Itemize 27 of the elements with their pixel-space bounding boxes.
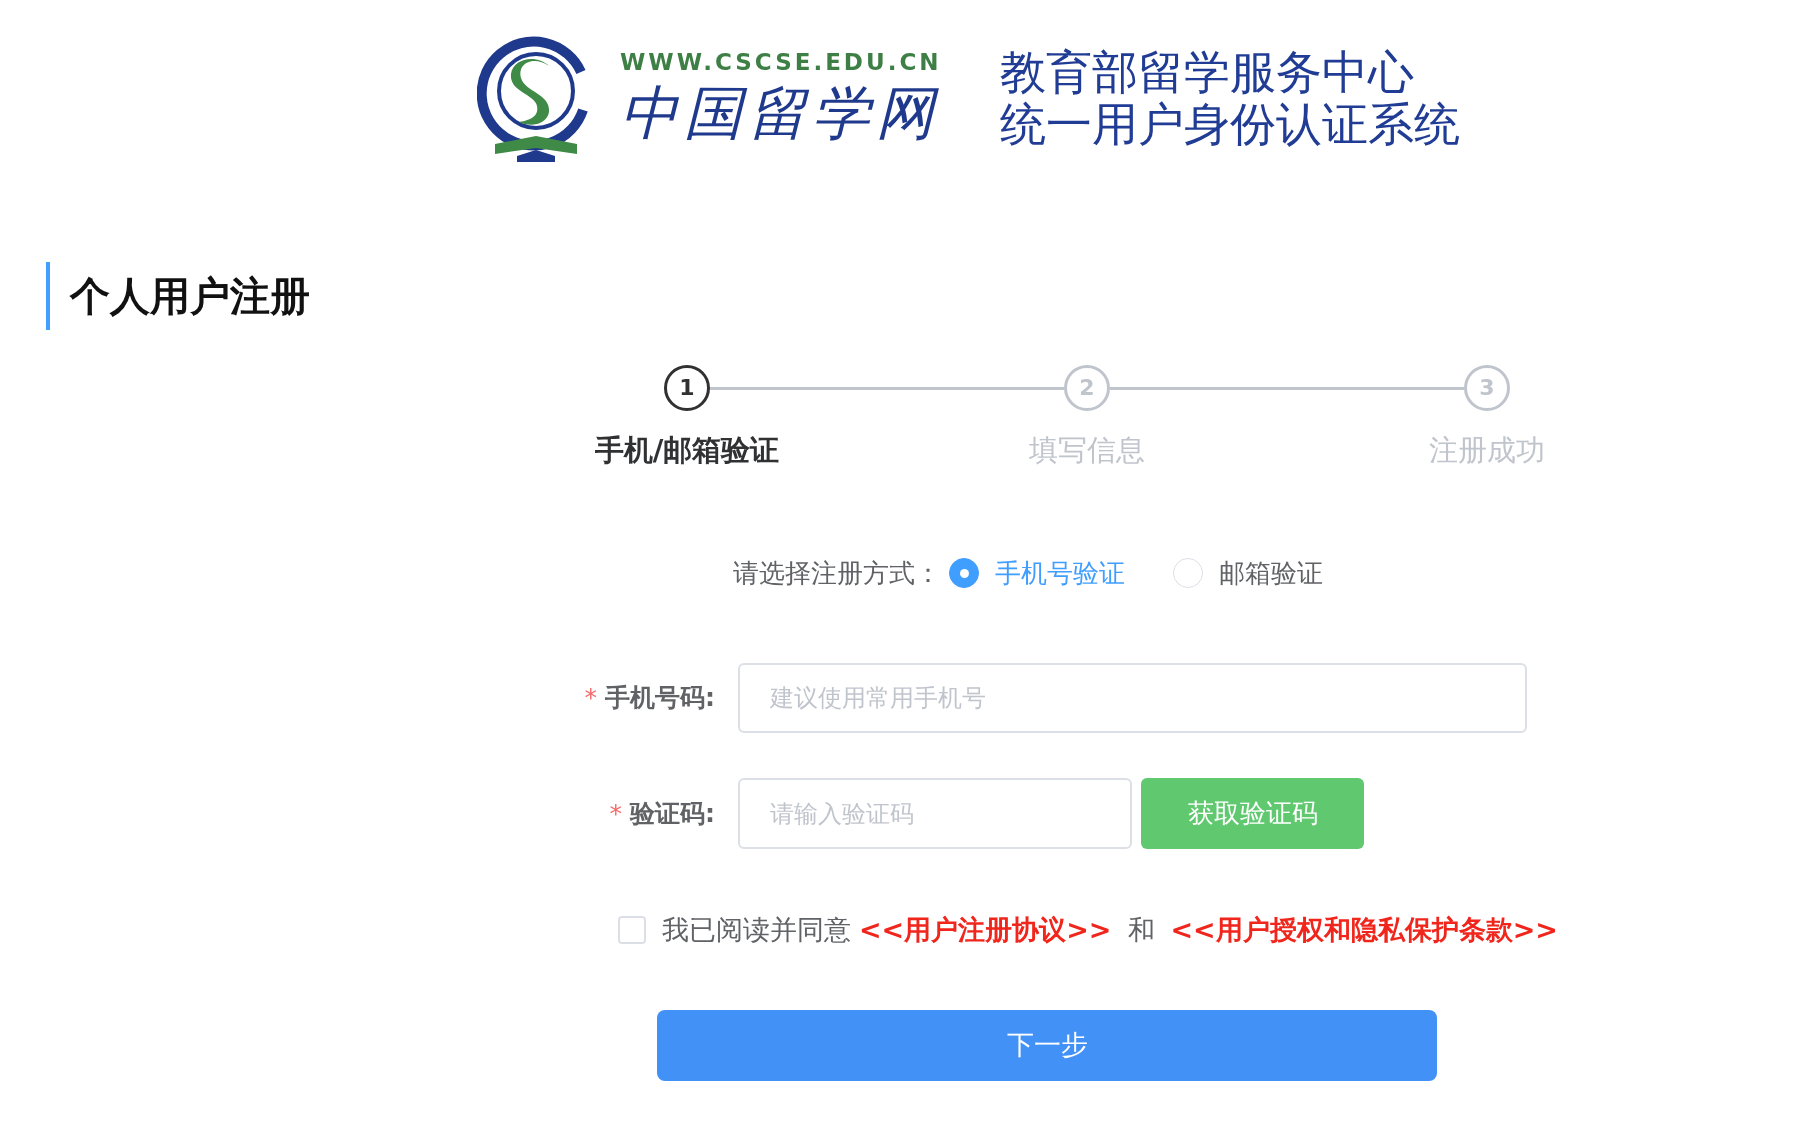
step-number: 2 bbox=[1064, 365, 1110, 411]
radio-button[interactable] bbox=[949, 558, 979, 588]
input-field[interactable]: 请输入验证码 bbox=[738, 778, 1132, 849]
agreement-link[interactable]: <<用户注册协议>> bbox=[859, 909, 1112, 951]
site-url: WWW.CSCSE.EDU.CN bbox=[620, 47, 942, 77]
step-number: 3 bbox=[1464, 365, 1510, 411]
page-title: 个人用户注册 bbox=[46, 262, 310, 330]
field-label: 手机号码: bbox=[605, 683, 715, 713]
step-label: 注册成功 bbox=[1429, 432, 1545, 469]
agree-checkbox[interactable] bbox=[618, 916, 646, 944]
next-button[interactable]: 下一步 bbox=[657, 1010, 1437, 1081]
step-number: 1 bbox=[664, 365, 710, 411]
field-label: 验证码: bbox=[630, 798, 715, 828]
agreement-link[interactable]: <<用户授权和隐私保护条款>> bbox=[1170, 909, 1558, 951]
step-label: 手机/邮箱验证 bbox=[594, 432, 780, 469]
system-title: 教育部留学服务中心 bbox=[999, 45, 1415, 98]
method-label: 请选择注册方式： bbox=[733, 556, 941, 590]
radio-label[interactable]: 邮箱验证 bbox=[1219, 553, 1323, 593]
agreement-text: 我已阅读并同意 bbox=[662, 912, 851, 947]
system-title: 统一用户身份认证系统 bbox=[999, 97, 1460, 150]
required-mark: * bbox=[609, 798, 622, 828]
radio-label[interactable]: 手机号验证 bbox=[995, 553, 1125, 593]
site-name: 中国留学网 bbox=[620, 77, 941, 149]
conjunction-text: 和 bbox=[1127, 912, 1155, 947]
required-mark: * bbox=[584, 683, 597, 713]
input-field[interactable]: 建议使用常用手机号 bbox=[738, 663, 1527, 733]
step-label: 填写信息 bbox=[1029, 432, 1145, 469]
